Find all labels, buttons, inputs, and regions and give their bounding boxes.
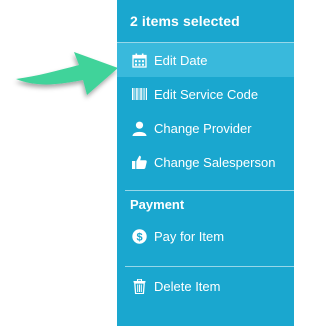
svg-text:$: $ [136,231,142,243]
dollar-coin-icon: $ [131,228,148,245]
thumbs-up-icon [131,154,148,171]
divider [125,266,294,267]
section-title-payment: Payment [130,197,185,212]
menu-item-delete-item[interactable]: Delete Item [117,269,294,303]
pointer-arrow [16,52,118,95]
menu-item-change-salesperson[interactable]: Change Salesperson [117,145,294,179]
user-icon [131,120,148,137]
menu-item-label: Delete Item [154,278,221,294]
panel-header: 2 items selected [130,13,240,29]
menu-item-label: Edit Date [154,52,208,68]
trash-icon [131,278,148,295]
menu-item-label: Pay for Item [154,228,225,244]
bulk-actions-panel: 2 items selected Edit Date Edit Service … [117,0,294,326]
menu-item-pay-for-item[interactable]: $ Pay for Item [117,219,294,253]
menu-item-edit-service-code[interactable]: Edit Service Code [117,77,294,111]
barcode-icon [131,86,148,103]
menu-item-label: Edit Service Code [154,86,259,102]
menu-item-label: Change Salesperson [154,154,276,170]
calendar-icon [131,52,148,69]
menu-item-edit-date[interactable]: Edit Date [117,43,294,77]
menu-item-change-provider[interactable]: Change Provider [117,111,294,145]
menu-item-label: Change Provider [154,120,252,136]
